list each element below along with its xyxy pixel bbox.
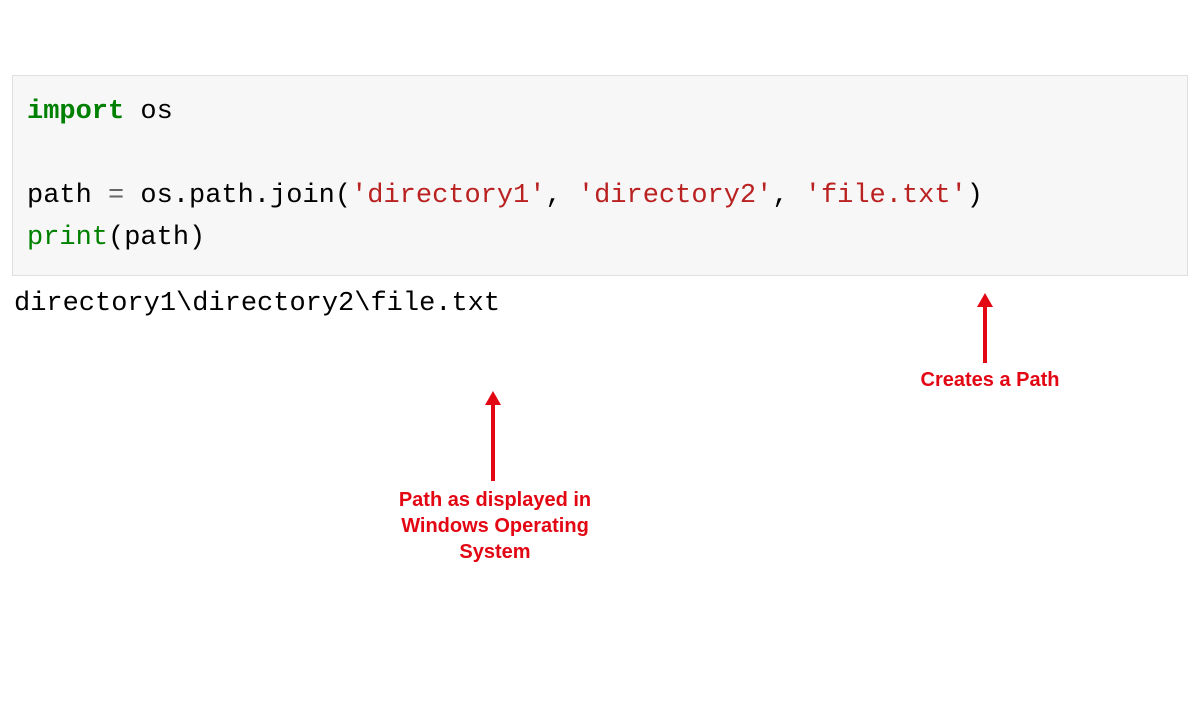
annotation-creates-path: Creates a Path (910, 367, 1070, 393)
comma-2: , (772, 181, 804, 211)
comma-1: , (546, 181, 578, 211)
code-line-1: import os (27, 92, 1173, 134)
annotation-path-line1: Path as displayed in (395, 487, 595, 513)
output-block: directory1\directory2\file.txt (14, 286, 1188, 324)
output-text: directory1\directory2\file.txt (14, 289, 500, 319)
arrow-path-display (483, 391, 503, 481)
var-path: path (27, 181, 108, 211)
equals-op: = (108, 181, 124, 211)
string-dir1: 'directory1' (351, 181, 545, 211)
print-arg: (path) (108, 223, 205, 253)
keyword-import: import (27, 97, 124, 127)
code-line-4: print(path) (27, 218, 1173, 260)
annotation-path-line3: System (395, 539, 595, 565)
code-block: import os path = os.path.join('directory… (12, 75, 1188, 276)
arrow-creates-path (975, 293, 995, 363)
module-name: os (124, 97, 173, 127)
close-paren: ) (967, 181, 983, 211)
annotation-path-line2: Windows Operating (395, 513, 595, 539)
annotation-creates-path-text: Creates a Path (921, 369, 1060, 391)
annotation-path-display: Path as displayed in Windows Operating S… (395, 487, 595, 565)
os-path-join: os.path.join( (124, 181, 351, 211)
code-line-3: path = os.path.join('directory1', 'direc… (27, 176, 1173, 218)
string-file: 'file.txt' (805, 181, 967, 211)
print-func: print (27, 223, 108, 253)
code-line-2 (27, 134, 1173, 176)
string-dir2: 'directory2' (578, 181, 772, 211)
